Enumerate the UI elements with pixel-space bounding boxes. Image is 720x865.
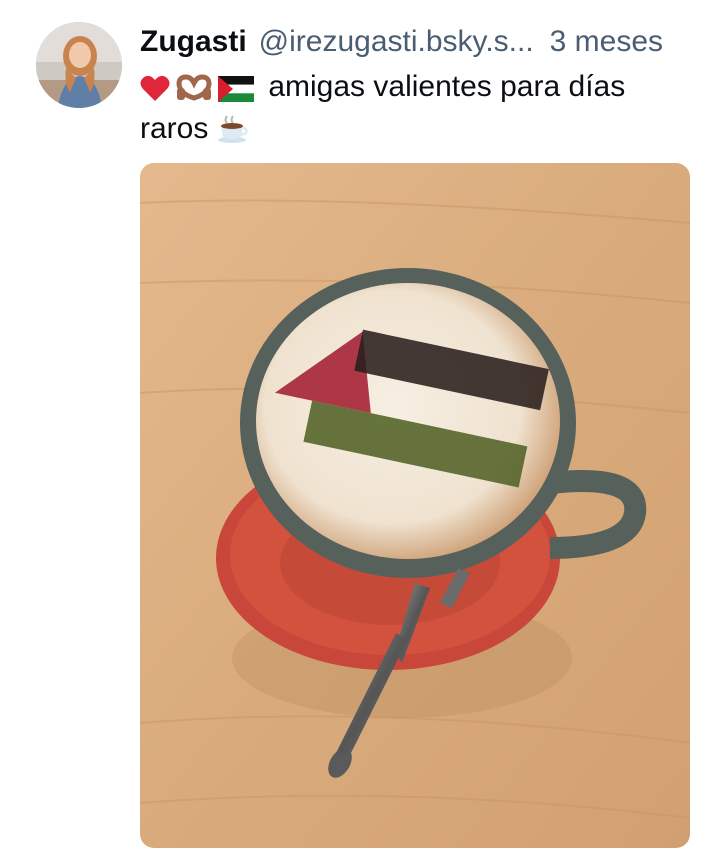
post-text: amigas valientes para días raros xyxy=(140,66,680,150)
post-text-line2: raros xyxy=(140,112,209,145)
post-text-line1: amigas valientes para días xyxy=(268,70,626,103)
post-header: Zugasti @irezugasti.bsky.s... 3 meses xyxy=(140,22,700,62)
hot-beverage-icon xyxy=(217,114,249,144)
author-handle[interactable]: @irezugasti.bsky.s... xyxy=(259,22,534,62)
red-heart-icon xyxy=(140,74,170,102)
profile-photo-icon xyxy=(36,22,122,108)
post-card[interactable]: Zugasti @irezugasti.bsky.s... 3 meses am… xyxy=(0,0,720,865)
palestine-flag-icon xyxy=(218,76,254,102)
author-avatar[interactable] xyxy=(36,22,122,108)
author-display-name[interactable]: Zugasti xyxy=(140,22,247,62)
post-timestamp[interactable]: 3 meses xyxy=(550,22,663,62)
heart-hands-icon xyxy=(176,74,212,102)
post-image[interactable] xyxy=(140,163,690,848)
coffee-photo xyxy=(140,163,690,848)
